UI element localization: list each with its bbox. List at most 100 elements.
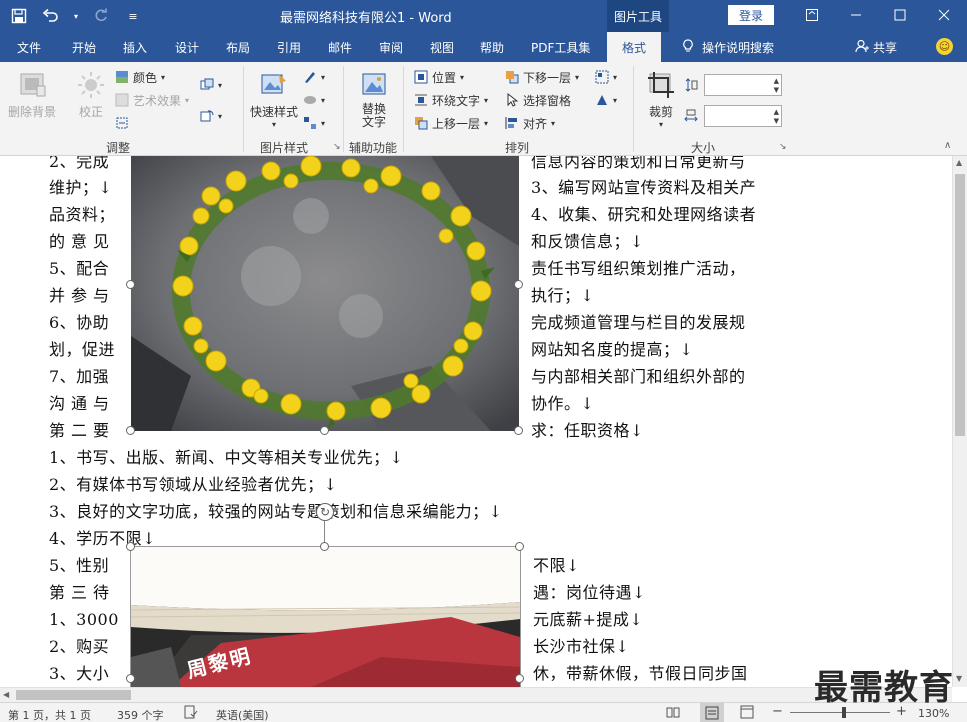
resize-handle[interactable] [514,426,523,435]
crop-button[interactable]: 裁剪 ▾ [646,70,676,129]
tab-insert[interactable]: 插入 [123,39,147,56]
tab-pdf-tools[interactable]: PDF工具集 [531,39,590,56]
send-backward-button[interactable]: 下移一层 ▾ [505,68,579,86]
vertical-scroll-thumb[interactable] [955,174,965,436]
minimize-icon[interactable] [834,0,878,30]
zoom-out-icon[interactable]: − [772,704,783,719]
close-icon[interactable] [922,0,966,30]
resize-handle[interactable] [126,426,135,435]
lightbulb-icon [682,39,694,56]
maximize-icon[interactable] [878,0,922,30]
language-indicator[interactable]: 英语(美国) [216,707,269,722]
rotate-handle-icon[interactable]: ↻ [316,503,334,521]
books-image[interactable]: 周黎明 [130,546,521,687]
tab-review[interactable]: 审阅 [379,39,403,56]
position-button[interactable]: 位置 ▾ [414,68,464,86]
undo-icon[interactable] [40,5,62,27]
text-line: 长沙市社保↓ [533,637,630,656]
remove-background-button[interactable]: 删除背景 [8,70,56,120]
resize-handle[interactable] [126,674,135,683]
corrections-button[interactable]: 校正 [76,70,106,120]
tab-layout[interactable]: 布局 [226,39,250,56]
resize-handle[interactable] [515,542,524,551]
collapse-ribbon-icon[interactable]: ∧ [944,140,951,151]
print-layout-icon[interactable] [700,703,724,722]
web-layout-icon[interactable] [740,705,754,722]
change-picture-button[interactable]: ▾ [200,107,222,125]
read-mode-icon[interactable] [666,705,680,722]
title-bar: ▾ ≡ 最需网络科技有限公1 - Word 图片工具 登录 [0,0,967,32]
scroll-left-icon[interactable]: ◀ [3,690,9,699]
dropdown-arrow-icon: ▾ [551,118,556,128]
tab-mailings[interactable]: 邮件 [328,39,352,56]
alt-text-button[interactable]: 替换文字 [358,70,390,129]
ribbon-display-options-icon[interactable] [790,0,834,30]
wrap-text-button[interactable]: 环绕文字 ▾ [414,91,488,109]
horizontal-scroll-thumb[interactable] [16,690,131,700]
proofing-icon[interactable] [184,705,198,722]
redo-icon[interactable] [90,5,112,27]
selection-pane-button[interactable]: 选择窗格 [505,91,571,109]
scroll-up-icon[interactable]: ▲ [956,158,962,167]
spin-up-icon[interactable]: ▲ [774,77,779,85]
spin-down-icon[interactable]: ▼ [774,86,779,94]
group-objects-button[interactable]: ▾ [595,68,617,86]
rotate-button[interactable]: ▾ [595,91,617,109]
tab-references[interactable]: 引用 [277,39,301,56]
tab-format[interactable]: 格式 [607,32,662,62]
person-icon [855,39,869,56]
tab-home[interactable]: 开始 [72,39,96,56]
text-line: 和反馈信息；↓ [531,232,644,251]
crop-icon [648,72,674,98]
resize-handle[interactable] [320,542,329,551]
share-button[interactable]: 共享 [855,39,897,56]
zoom-slider[interactable] [790,712,890,713]
align-button[interactable]: 对齐 ▾ [505,114,555,132]
word-count[interactable]: 359 个字 [117,707,164,722]
resize-handle[interactable] [515,674,524,683]
tab-help[interactable]: 帮助 [480,39,504,56]
tab-file[interactable]: 文件 [17,39,41,56]
undo-dropdown-icon[interactable]: ▾ [72,5,80,27]
horizontal-scrollbar[interactable]: ◀ [0,687,952,702]
flower-wreath-image[interactable] [131,156,519,431]
document-page[interactable]: 2、完成 维护；↓ 品资料； 的意见 5、配合 并参与 6、协助 划，促进 7、… [0,156,952,687]
color-button[interactable]: 颜色 ▾ [115,68,165,86]
picture-layout-button[interactable]: ▾ [303,114,325,132]
save-icon[interactable] [8,5,30,27]
tell-me-search[interactable]: 操作说明搜索 [682,39,774,56]
scroll-down-icon[interactable]: ▼ [956,674,962,683]
feedback-smiley-icon[interactable]: ☺ [936,38,953,55]
artistic-effects-button[interactable]: 艺术效果 ▾ [115,91,189,109]
picture-effects-button[interactable]: ▾ [303,91,325,109]
resize-handle[interactable] [126,542,135,551]
resize-handle[interactable] [126,280,135,289]
page-count[interactable]: 第 1 页，共 1 页 [8,707,91,722]
customize-qat-icon[interactable]: ≡ [122,5,144,27]
window-title: 最需网络科技有限公1 - Word [280,11,452,26]
resize-handle[interactable] [320,426,329,435]
width-spinner[interactable]: ▲ ▼ [704,105,782,127]
dialog-launcher-icon[interactable]: ↘ [779,142,787,152]
text-line: 完成频道管理与栏目的发展规 [531,313,746,332]
vertical-scrollbar[interactable]: ▲ ▼ [952,156,967,687]
picture-border-button[interactable]: ▾ [303,68,325,86]
bring-forward-button[interactable]: 上移一层 ▾ [414,114,488,132]
height-icon [684,76,698,94]
dialog-launcher-icon[interactable]: ↘ [333,142,341,152]
height-spinner[interactable]: ▲ ▼ [704,74,782,96]
text-line: 休，带薪休假，节假日同步国 [533,664,748,683]
compress-pictures-button[interactable]: ▾ [200,76,222,94]
change-picture-icon [200,110,214,122]
dropdown-arrow-icon: ▾ [484,118,489,128]
tab-design[interactable]: 设计 [175,39,199,56]
spin-up-icon[interactable]: ▲ [774,108,779,116]
group-objects-icon [595,70,609,84]
tab-view[interactable]: 视图 [430,39,454,56]
reset-picture-button[interactable] [115,114,129,132]
resize-handle[interactable] [514,280,523,289]
quick-styles-button[interactable]: 快速样式 ▾ [250,70,298,129]
login-button[interactable]: 登录 [728,5,774,25]
spin-down-icon[interactable]: ▼ [774,117,779,125]
width-icon [684,107,698,125]
